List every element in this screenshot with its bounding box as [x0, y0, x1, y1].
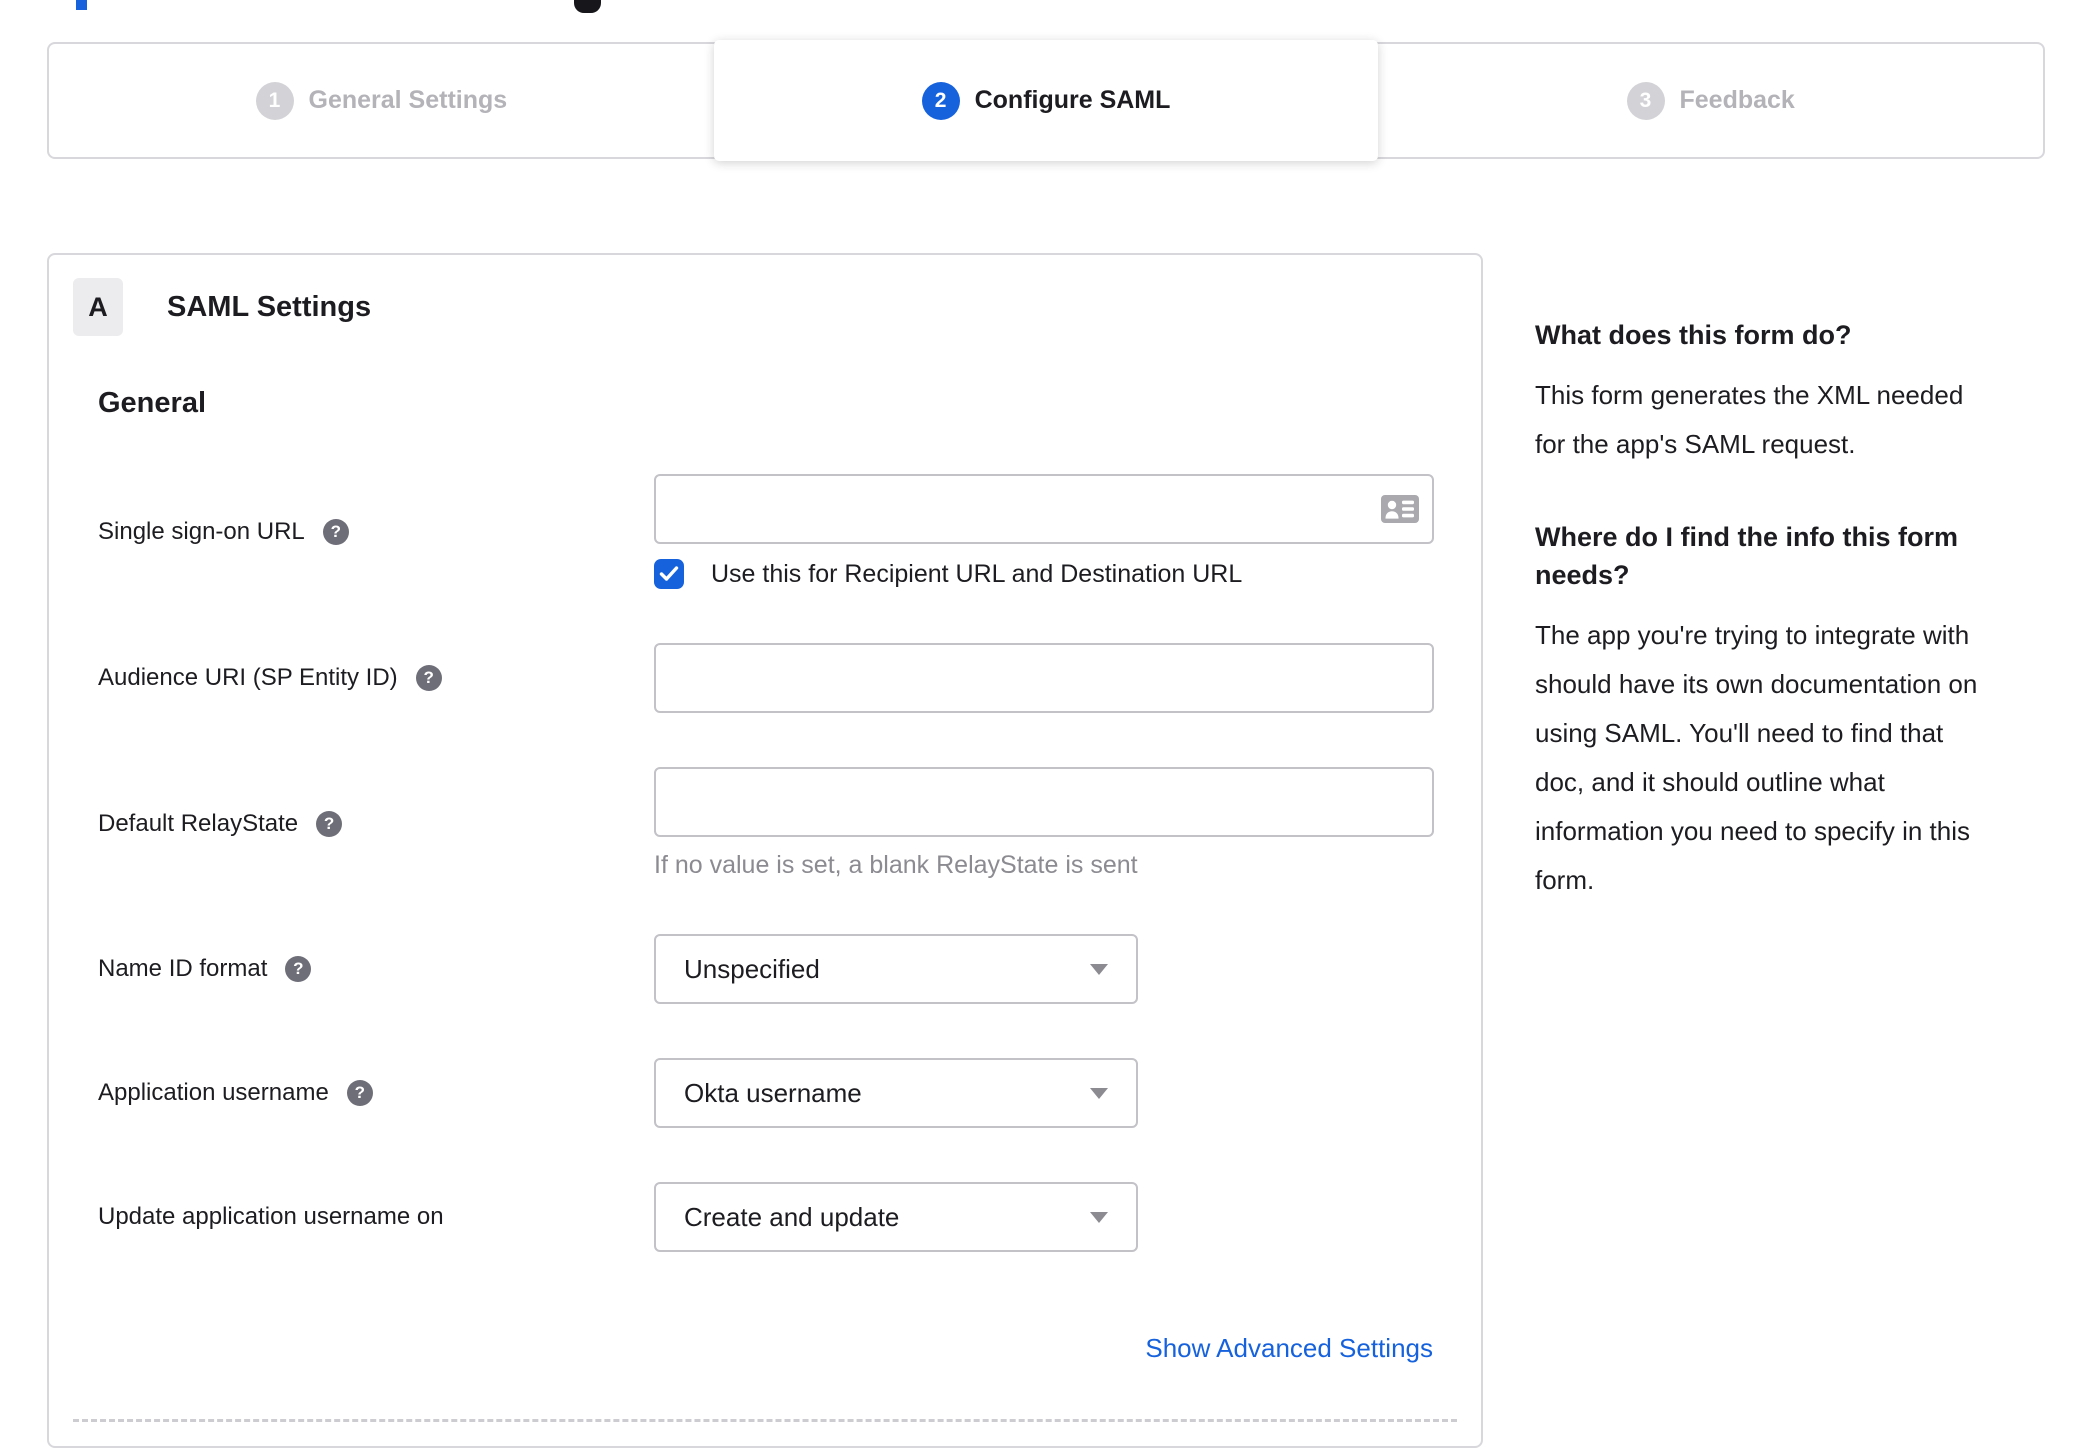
selected-value: Unspecified [684, 953, 820, 984]
single-sign-on-url-input[interactable] [654, 474, 1434, 544]
audience-uri-input[interactable] [654, 643, 1434, 713]
help-section-title: What does this form do? [1535, 320, 1852, 350]
name-id-format-select[interactable]: Unspecified [654, 934, 1138, 1004]
step-number-badge: 1 [255, 81, 294, 120]
field-row-single-sign-on-url: Single sign-on URL ? Use this for Recipi… [98, 474, 1434, 589]
selected-value: Okta username [684, 1077, 862, 1108]
field-row-application-username: Application username ? Okta username [98, 1058, 1433, 1128]
wizard-stepper: 1 General Settings 2 Configure SAML 3 Fe… [47, 40, 2045, 161]
step-feedback[interactable]: 3 Feedback [1378, 44, 2043, 157]
help-icon[interactable]: ? [316, 810, 343, 837]
selected-value: Create and update [684, 1201, 900, 1232]
caret-down-icon [1090, 963, 1108, 975]
help-section-form-purpose: What does this form do? This form genera… [1535, 316, 2051, 469]
contact-card-icon[interactable] [1381, 495, 1419, 523]
field-label: Application username [98, 1079, 329, 1106]
step-label: Configure SAML [974, 86, 1171, 114]
help-icon[interactable]: ? [322, 518, 349, 545]
recipient-url-checkbox[interactable] [654, 559, 684, 589]
show-advanced-settings-link[interactable]: Show Advanced Settings [1145, 1333, 1433, 1363]
application-username-select[interactable]: Okta username [654, 1058, 1138, 1128]
field-row-name-id-format: Name ID format ? Unspecified [98, 934, 1433, 1004]
field-label: Name ID format [98, 955, 268, 982]
field-label: Update application username on [98, 1203, 444, 1230]
help-sidebar: What does this form do? This form genera… [1535, 316, 2051, 905]
help-icon[interactable]: ? [346, 1080, 373, 1106]
header-icon-fragment [574, 0, 601, 13]
saml-settings-panel: A SAML Settings General Single sign-on U… [47, 253, 1483, 1448]
field-row-audience-uri: Audience URI (SP Entity ID) ? [98, 643, 1434, 713]
checkbox-label: Use this for Recipient URL and Destinati… [711, 559, 1243, 588]
help-icon[interactable]: ? [415, 665, 442, 691]
step-configure-saml[interactable]: 2 Configure SAML [713, 40, 1379, 161]
step-label: General Settings [308, 86, 508, 114]
step-label: Feedback [1679, 86, 1795, 114]
step-number-badge: 2 [921, 81, 960, 120]
step-number-badge: 3 [1626, 81, 1665, 120]
field-row-update-application-username: Update application username on Create an… [98, 1182, 1433, 1252]
field-label: Audience URI (SP Entity ID) [98, 664, 398, 691]
help-section-body: This form generates the XML needed for t… [1535, 380, 1964, 459]
caret-down-icon [1090, 1087, 1108, 1099]
group-heading-general: General [98, 387, 206, 419]
help-icon[interactable]: ? [285, 956, 312, 982]
section-letter-badge: A [73, 278, 123, 336]
step-general-settings[interactable]: 1 General Settings [49, 44, 714, 157]
caret-down-icon [1090, 1211, 1108, 1223]
help-section-body: The app you're trying to integrate with … [1535, 620, 1978, 895]
relaystate-hint: If no value is set, a blank RelayState i… [654, 851, 1138, 879]
help-section-title: Where do I find the info this form needs… [1535, 522, 1958, 590]
dashed-section-divider [73, 1419, 1457, 1422]
default-relaystate-input[interactable] [654, 767, 1434, 837]
field-row-default-relaystate: Default RelayState ? If no value is set,… [98, 767, 1434, 880]
update-application-username-select[interactable]: Create and update [654, 1182, 1138, 1252]
field-label: Single sign-on URL [98, 517, 305, 545]
section-title: SAML Settings [167, 290, 372, 323]
page-title-fragment [76, 0, 87, 10]
checkmark-icon [659, 566, 679, 581]
help-section-find-info: Where do I find the info this form needs… [1535, 518, 2051, 905]
field-label: Default RelayState [98, 809, 299, 837]
